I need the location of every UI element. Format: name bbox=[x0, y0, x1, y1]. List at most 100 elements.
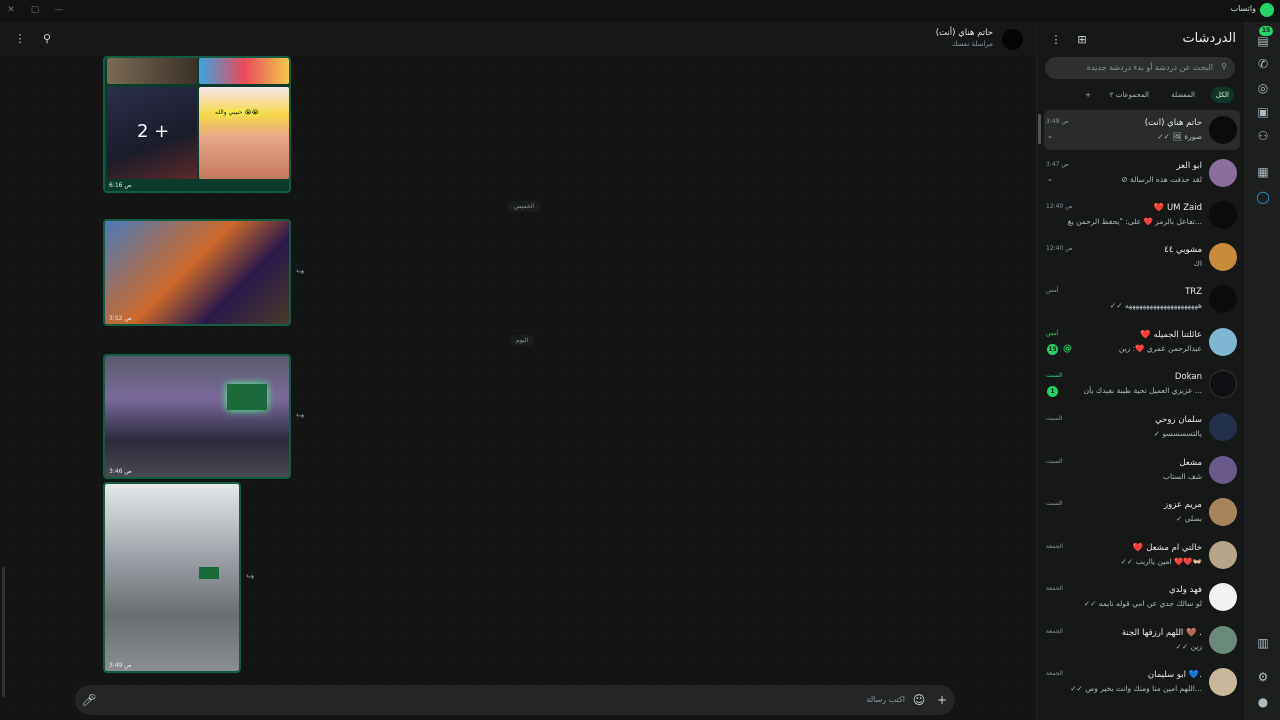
chat-name: ❤️ UM Zaid bbox=[1153, 203, 1202, 213]
album-message[interactable]: 2 + حبيبي والله 😭😭 6:16 ص bbox=[103, 56, 291, 193]
avatar bbox=[1209, 328, 1237, 356]
avatar bbox=[1209, 668, 1237, 696]
conversation-header[interactable]: حاتم هناي (أنت) مراسلة نفسك ⚲ ⋮ bbox=[0, 22, 1036, 56]
message-time: 3:46 ص bbox=[109, 468, 132, 475]
chat-item[interactable]: Dokan عزيزي العميل تحية طيبة نفيدك بأن .… bbox=[1044, 364, 1240, 404]
chat-list-scrollbar[interactable] bbox=[1038, 114, 1041, 144]
chat-item[interactable]: سلمان روحي ✓ يالتسسسسو السبت bbox=[1044, 407, 1240, 447]
attach-plus-icon[interactable]: + bbox=[934, 692, 950, 708]
chat-item[interactable]: ❤️ عائلتنا الجميله عبدالرحمن عمري ❤️: زي… bbox=[1044, 322, 1240, 362]
forward-icon[interactable]: ↪ bbox=[246, 572, 254, 583]
message-image[interactable] bbox=[105, 221, 289, 324]
chat-item[interactable]: حاتم هناي (أنت) ✓✓ 🖼 صورة 3:49 ص ⌄ bbox=[1044, 110, 1240, 150]
chat-item[interactable]: ابو العز ⊘ لقد حذفت هذه الرسالة 3:47 ص ⌄ bbox=[1044, 153, 1240, 193]
chat-preview: ✓✓ لو سالك جدي عن امي قوله نايمه bbox=[1083, 599, 1202, 608]
image-message[interactable]: 3:49 ص bbox=[103, 482, 241, 673]
chat-time: 12:40 ص bbox=[1046, 245, 1073, 252]
image-message[interactable]: 3:46 ص bbox=[103, 354, 291, 479]
avatar bbox=[1209, 583, 1237, 611]
chat-name: حاتم هناي (أنت) bbox=[1144, 118, 1202, 128]
chat-item[interactable]: مريم عزوز ✓ بصلي السبت bbox=[1044, 492, 1240, 532]
chat-name: اللهم أرزقها الجنة 🤎 . bbox=[1121, 628, 1202, 638]
chat-time: 12:40 ص bbox=[1046, 203, 1073, 210]
menu-dots-icon[interactable]: ⋮ bbox=[13, 32, 27, 46]
chat-name: مريم عزوز bbox=[1164, 500, 1202, 510]
search-placeholder: البحث عن دردشة أو بدء دردشة جديدة bbox=[1086, 63, 1213, 72]
forward-icon[interactable]: ↪ bbox=[296, 411, 304, 422]
chat-list-panel: الدردشات ⊞ ⋮ البحث عن دردشة أو بدء دردشة… bbox=[1036, 22, 1244, 720]
chat-time: الجمعة bbox=[1046, 585, 1063, 592]
filter-all[interactable]: الكل bbox=[1210, 87, 1234, 103]
chat-time: السبت bbox=[1046, 372, 1063, 379]
album-image[interactable] bbox=[199, 58, 289, 84]
avatar bbox=[1209, 201, 1237, 229]
album-image[interactable]: حبيبي والله 😭😭 bbox=[199, 87, 289, 179]
chat-item[interactable]: ❤️ خالتي ام مشعل ✓✓ امين يااربب ❤️❤️👐🏻 ا… bbox=[1044, 535, 1240, 575]
chat-preview: اك bbox=[1193, 259, 1202, 268]
chat-preview: عزيزي العميل تحية طيبة نفيدك بأن ... bbox=[1083, 386, 1202, 395]
minimize-window-button[interactable]: — bbox=[52, 3, 66, 17]
nav-rail: ▤ 15 ✆ ◎ ▣ ⚇ ▦ ◯ ▥ ⚙ ● bbox=[1244, 22, 1280, 720]
settings-gear-icon[interactable]: ⚙ bbox=[1254, 668, 1272, 686]
album-image[interactable] bbox=[107, 58, 197, 84]
calls-nav-icon[interactable]: ✆ bbox=[1254, 55, 1272, 73]
emoji-icon[interactable]: ☺ bbox=[911, 692, 927, 708]
archived-nav-icon[interactable]: ▦ bbox=[1254, 163, 1272, 181]
filter-groups[interactable]: المجموعات ٢ bbox=[1105, 87, 1154, 103]
chat-item[interactable]: فهد ولدي ✓✓ لو سالك جدي عن امي قوله نايم… bbox=[1044, 577, 1240, 617]
conversation-scrollbar[interactable] bbox=[2, 567, 5, 697]
image-message[interactable]: 3:52 ص bbox=[103, 219, 291, 326]
chat-preview: ✓✓ زين bbox=[1175, 642, 1202, 651]
album-image[interactable]: 2 + bbox=[107, 87, 197, 179]
conversation-panel: حاتم هناي (أنت) مراسلة نفسك ⚲ ⋮ 2 + حبيب… bbox=[0, 22, 1036, 720]
message-image[interactable] bbox=[105, 484, 239, 671]
close-window-button[interactable]: ✕ bbox=[4, 3, 18, 17]
message-composer[interactable]: 🎤︎ اكتب رسالة ☺ + bbox=[75, 685, 955, 715]
chat-item[interactable]: مشعل شف الستاب السبت bbox=[1044, 450, 1240, 490]
chat-item[interactable]: اللهم أرزقها الجنة 🤎 . ✓✓ زين الجمعة bbox=[1044, 620, 1240, 660]
search-input[interactable]: البحث عن دردشة أو بدء دردشة جديدة ⚲ bbox=[1045, 57, 1235, 79]
message-input[interactable]: اكتب رسالة bbox=[866, 695, 905, 704]
mention-icon: @ bbox=[1063, 344, 1072, 354]
meta-ai-icon[interactable]: ◯ bbox=[1254, 188, 1272, 206]
chat-name: مشوبي ٤٤ bbox=[1164, 245, 1202, 255]
chat-item[interactable]: مشوبي ٤٤ اك 12:40 ص bbox=[1044, 237, 1240, 277]
add-filter-button[interactable]: + bbox=[1080, 87, 1096, 103]
forward-icon[interactable]: ↪ bbox=[296, 267, 304, 278]
chat-item[interactable]: TRZ ✓✓ هههههههههههههههههههههه أمس bbox=[1044, 279, 1240, 319]
avatar bbox=[1209, 626, 1237, 654]
menu-dots-icon[interactable]: ⋮ bbox=[1049, 33, 1063, 47]
avatar bbox=[1209, 456, 1237, 484]
chat-time: 3:47 ص bbox=[1046, 161, 1069, 168]
chat-preview: ✓✓ 🖼 صورة bbox=[1157, 132, 1202, 141]
chat-name: ❤️ عائلتنا الجميله bbox=[1140, 330, 1202, 340]
search-icon[interactable]: ⚲ bbox=[40, 32, 54, 46]
chat-time: أمس bbox=[1046, 330, 1059, 337]
new-chat-icon[interactable]: ⊞ bbox=[1075, 33, 1089, 47]
chats-title: الدردشات bbox=[1182, 31, 1236, 46]
chevron-down-icon[interactable]: ⌄ bbox=[1047, 175, 1053, 183]
maximize-window-button[interactable]: ▢ bbox=[28, 3, 42, 17]
unread-badge: 15 bbox=[1259, 26, 1273, 36]
filter-favorites[interactable]: المفضلة bbox=[1166, 87, 1200, 103]
whatsapp-logo-icon bbox=[1260, 3, 1274, 17]
unread-count-badge: 1 bbox=[1047, 386, 1058, 397]
chat-preview: شف الستاب bbox=[1162, 472, 1202, 481]
profile-avatar[interactable]: ● bbox=[1254, 693, 1272, 711]
communities-nav-icon[interactable]: ⚇ bbox=[1254, 127, 1272, 145]
chat-item[interactable]: ابو سليمان 💙. ✓✓ اللهم امين منا ومنك وان… bbox=[1044, 662, 1240, 702]
whatsapp-window: ✕ ▢ — واتساب ▤ 15 ✆ ◎ ▣ ⚇ ▦ ◯ ▥ ⚙ ● الدر… bbox=[0, 0, 1280, 720]
avatar[interactable] bbox=[1002, 29, 1023, 50]
chat-preview: ✓✓ امين يااربب ❤️❤️👐🏻 bbox=[1120, 557, 1202, 566]
message-image[interactable] bbox=[105, 356, 289, 477]
media-gallery-icon[interactable]: ▥ bbox=[1254, 634, 1272, 652]
chevron-down-icon[interactable]: ⌄ bbox=[1047, 132, 1053, 140]
channels-nav-icon[interactable]: ▣ bbox=[1254, 103, 1272, 121]
status-nav-icon[interactable]: ◎ bbox=[1254, 79, 1272, 97]
search-icon: ⚲ bbox=[1221, 62, 1227, 71]
chat-name: سلمان روحي bbox=[1155, 415, 1202, 425]
microphone-icon[interactable]: 🎤︎ bbox=[81, 692, 97, 708]
chat-name: TRZ bbox=[1185, 287, 1202, 297]
title-bar: ✕ ▢ — واتساب bbox=[0, 0, 1280, 22]
chat-item[interactable]: ❤️ UM Zaid تفاعل بالرمز ❤️ على: "يحفظ ال… bbox=[1044, 195, 1240, 235]
